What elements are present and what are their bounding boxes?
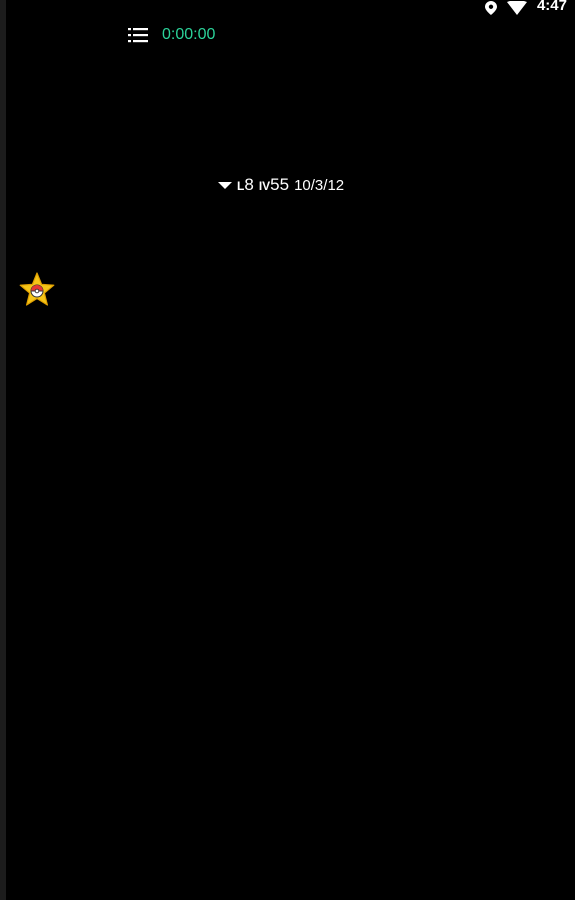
level-value: 8 — [244, 175, 254, 194]
timer-display: 0:00:00 — [162, 26, 216, 43]
pokemon-info-row[interactable]: L8 IV55 10/3/12 — [218, 175, 344, 195]
list-icon[interactable] — [128, 27, 148, 43]
app-screen: 4:47 0:00:00 L8 IV55 10/3/12 — [0, 0, 575, 900]
iv-value: 55 — [270, 175, 290, 194]
status-time: 4:47 — [536, 0, 567, 14]
wifi-icon — [506, 1, 527, 15]
left-edge-divider — [0, 0, 6, 900]
star-pokeball-icon[interactable] — [19, 272, 55, 308]
toolbar: 0:00:00 — [128, 26, 215, 44]
iv-stats: 10/3/12 — [294, 177, 345, 194]
location-pin-icon — [484, 1, 497, 15]
status-bar: 4:47 — [484, 0, 567, 16]
dropdown-triangle-icon[interactable] — [218, 181, 232, 189]
iv-prefix: IV — [258, 179, 271, 193]
level-display: L8 — [237, 175, 254, 195]
iv-display: IV55 — [259, 175, 289, 195]
